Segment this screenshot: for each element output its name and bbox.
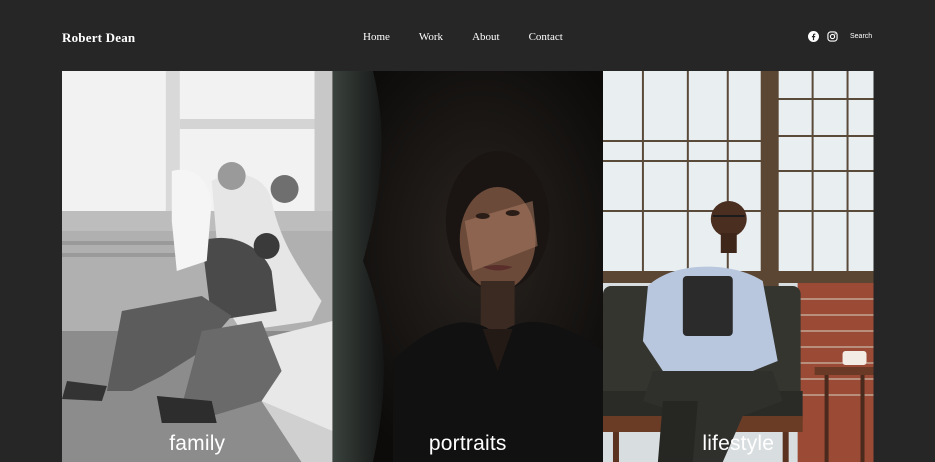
gallery-tile-lifestyle[interactable]: lifestyle [603, 71, 874, 462]
facebook-icon[interactable] [808, 31, 819, 42]
family-photo [62, 71, 333, 462]
site-header: Robert Dean Home Work About Contact Sear… [0, 0, 935, 72]
tile-caption-portraits: portraits [428, 432, 507, 455]
portfolio-gallery: family portraits lifestyle [62, 71, 874, 462]
main-nav: Home Work About Contact [363, 31, 563, 43]
nav-link-contact[interactable]: Contact [529, 31, 563, 43]
instagram-icon[interactable] [827, 31, 838, 42]
search-link[interactable]: Search [850, 33, 872, 40]
brand-logo-link[interactable]: Robert Dean [62, 30, 135, 46]
lifestyle-photo [603, 71, 874, 462]
tile-caption-lifestyle: lifestyle [702, 432, 775, 455]
portraits-photo [332, 71, 603, 462]
gallery-tile-family[interactable]: family [62, 71, 333, 462]
social-links [808, 31, 838, 42]
nav-link-work[interactable]: Work [419, 31, 443, 43]
nav-link-about[interactable]: About [472, 31, 500, 43]
tile-caption-family: family [169, 432, 226, 455]
nav-link-home[interactable]: Home [363, 31, 390, 43]
gallery-tile-portraits[interactable]: portraits [332, 71, 603, 462]
